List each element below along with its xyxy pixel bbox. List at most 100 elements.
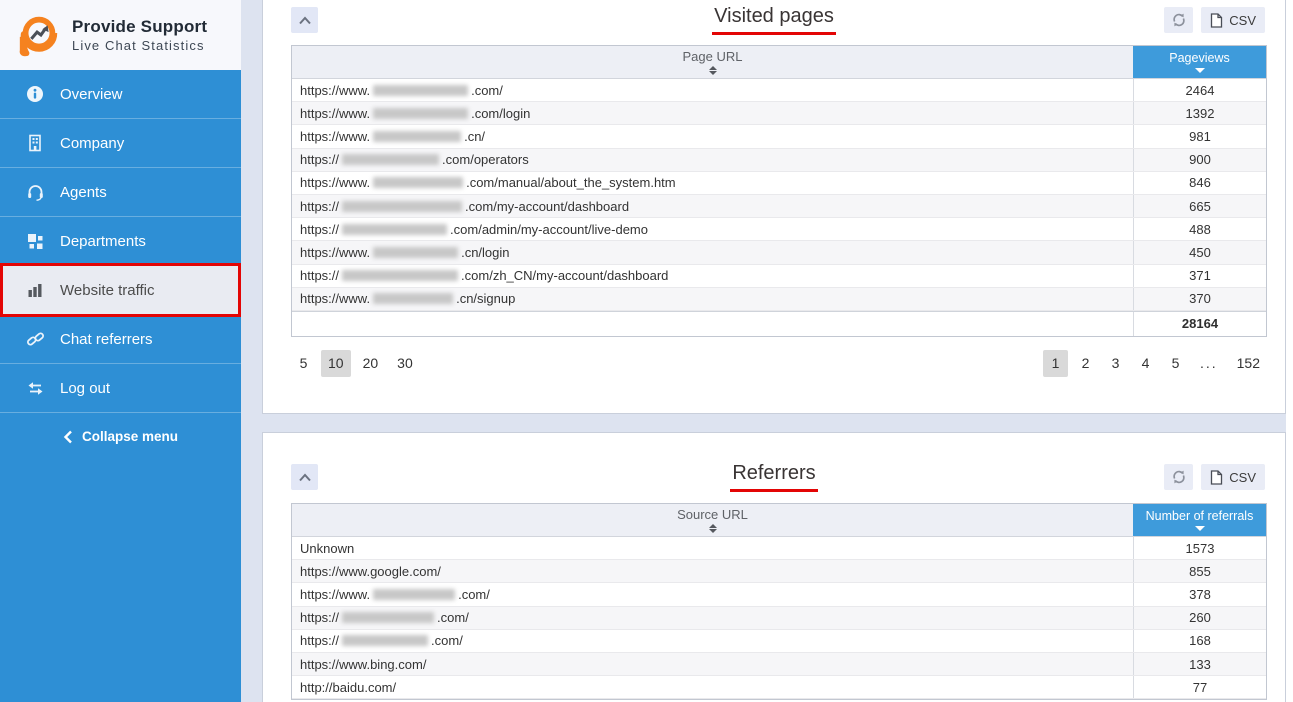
url-cell: https://.com/operators [292,149,1133,171]
url-cell: https://.com/ [292,630,1133,652]
logo-text: Provide Support Live Chat Statistics [72,17,207,53]
url-cell: https://www..cn/login [292,241,1133,263]
value-cell: 900 [1133,149,1266,171]
value-cell: 1573 [1133,537,1266,559]
page-number-button[interactable]: 1 [1043,350,1068,377]
sidebar-item-company[interactable]: Company [0,119,241,168]
url-cell: https://.com/my-account/dashboard [292,195,1133,217]
table-row: http://baidu.com/77 [292,676,1266,699]
value-cell: 450 [1133,241,1266,263]
sidebar-item-label: Overview [60,86,123,103]
referrals-column-header[interactable]: Number of referrals [1133,504,1266,536]
value-cell: 168 [1133,630,1266,652]
departments-grid-icon [25,231,45,251]
table-row: https://www..com/378 [292,583,1266,606]
collapse-menu-button[interactable]: Collapse menu [0,413,241,460]
redacted-text [342,224,447,235]
table-row: https://www..cn/981 [292,125,1266,148]
url-cell: https://www..com/login [292,102,1133,124]
value-cell: 665 [1133,195,1266,217]
redacted-text [373,247,458,258]
refresh-icon [1171,469,1187,485]
info-icon [25,84,45,104]
table-row: https://.com/admin/my-account/live-demo4… [292,218,1266,241]
page-number-button[interactable]: 2 [1073,350,1098,377]
sidebar-item-label: Agents [60,184,107,201]
sidebar-item-overview[interactable]: Overview [0,70,241,119]
sidebar-item-label: Departments [60,233,146,250]
chevron-left-icon [63,430,73,444]
page-size-button[interactable]: 5 [291,350,316,377]
pageviews-column-header[interactable]: Pageviews [1133,46,1266,78]
refresh-icon [1171,12,1187,28]
visited-pages-table: Page URL Pageviews https://www..com/2464… [291,45,1267,337]
sidebar-item-chat-referrers[interactable]: Chat referrers [0,315,241,364]
page-number-button[interactable]: 3 [1103,350,1128,377]
column-header-label: Number of referrals [1146,509,1254,523]
page-ellipsis: ... [1193,350,1225,377]
table-row: https://www..com/login1392 [292,102,1266,125]
url-cell: https://www..com/ [292,79,1133,101]
redacted-text [342,612,434,623]
page-url-column-header[interactable]: Page URL [292,46,1133,78]
page-number-button[interactable]: 5 [1163,350,1188,377]
value-cell: 488 [1133,218,1266,240]
csv-export-button[interactable]: CSV [1201,7,1265,33]
value-cell: 846 [1133,172,1266,194]
value-cell: 133 [1133,653,1266,675]
referrers-table: Source URL Number of referrals Unknown15… [291,503,1267,700]
sidebar-item-agents[interactable]: Agents [0,168,241,217]
sidebar-item-label: Company [60,135,124,152]
sidebar-item-website-traffic[interactable]: Website traffic [0,266,241,315]
value-cell: 371 [1133,265,1266,287]
table-row: https://www.bing.com/133 [292,653,1266,676]
url-cell: https://.com/ [292,607,1133,629]
value-cell: 77 [1133,676,1266,698]
page-size-button[interactable]: 20 [356,350,386,377]
url-cell: http://baidu.com/ [292,676,1133,698]
source-url-column-header[interactable]: Source URL [292,504,1133,536]
refresh-button[interactable] [1164,464,1193,490]
redacted-text [373,293,453,304]
csv-label: CSV [1229,13,1256,28]
table-row: https://www..cn/login450 [292,241,1266,264]
url-cell: https://www..com/manual/about_the_system… [292,172,1133,194]
sidebar-item-label: Log out [60,380,110,397]
referrers-panel: Referrers CSV Source URL [262,432,1286,702]
refresh-button[interactable] [1164,7,1193,33]
sort-icon [709,66,717,75]
url-cell: https://www.bing.com/ [292,653,1133,675]
redacted-text [342,201,462,212]
sidebar-item-logout[interactable]: Log out [0,364,241,413]
column-header-label: Pageviews [1169,51,1229,65]
sidebar-item-departments[interactable]: Departments [0,217,241,266]
redacted-text [373,85,468,96]
page-number-button[interactable]: 4 [1133,350,1158,377]
scrollbar-track[interactable] [1286,0,1293,702]
total-row: 28164 [292,311,1266,336]
sort-icon [709,524,717,533]
redacted-text [373,589,455,600]
value-cell: 855 [1133,560,1266,582]
url-cell: https://.com/admin/my-account/live-demo [292,218,1133,240]
table-body: Unknown1573https://www.google.com/855htt… [292,537,1266,699]
sidebar-item-label: Website traffic [60,282,154,299]
column-header-label: Page URL [683,49,743,64]
table-row: https://www.google.com/855 [292,560,1266,583]
page-size-button[interactable]: 30 [390,350,420,377]
panel-title: Visited pages [712,5,836,35]
total-pageviews: 28164 [1133,312,1266,336]
sort-descending-icon [1195,526,1205,531]
page-size-button[interactable]: 10 [321,350,351,377]
redacted-text [373,177,463,188]
page-number-button[interactable]: 152 [1230,350,1267,377]
table-row: https://.com/operators900 [292,149,1266,172]
csv-export-button[interactable]: CSV [1201,464,1265,490]
provide-support-logo-icon [16,11,62,59]
redacted-text [342,154,439,165]
table-row: Unknown1573 [292,537,1266,560]
page-number-selector: 12345...152 [1043,350,1267,377]
table-row: https://.com/my-account/dashboard665 [292,195,1266,218]
redacted-text [373,108,468,119]
url-cell: Unknown [292,537,1133,559]
